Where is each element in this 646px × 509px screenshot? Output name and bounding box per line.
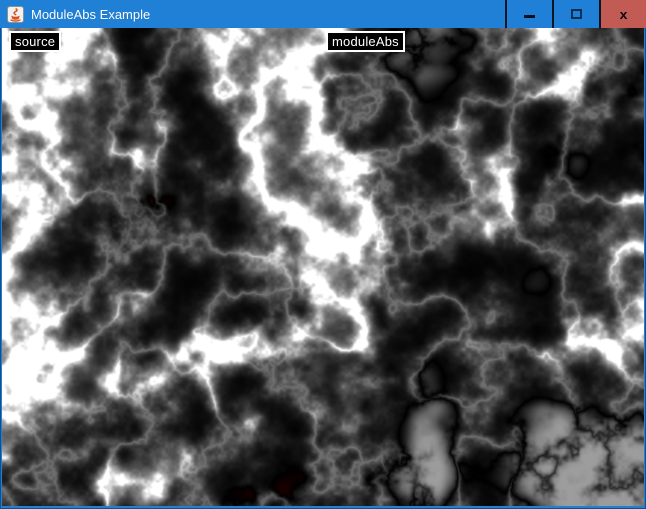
close-button[interactable]: x <box>599 0 646 28</box>
window-controls: x <box>505 0 646 28</box>
source-panel-label: source <box>9 31 61 52</box>
moduleabs-panel-label: moduleAbs <box>326 31 405 52</box>
app-window: ModuleAbs Example x source moduleAbs <box>0 0 646 509</box>
minimize-button[interactable] <box>505 0 552 28</box>
java-app-icon[interactable] <box>7 6 24 23</box>
maximize-button[interactable] <box>552 0 599 28</box>
java-cup-icon <box>7 6 24 23</box>
title-bar[interactable]: ModuleAbs Example x <box>0 0 646 28</box>
minimize-icon <box>524 15 535 18</box>
source-panel-label-text: source <box>15 34 55 49</box>
render-area: source moduleAbs <box>2 28 644 506</box>
maximize-icon <box>571 9 582 19</box>
noise-texture-canvas <box>2 28 644 506</box>
window-title: ModuleAbs Example <box>31 7 150 22</box>
close-icon: x <box>620 7 628 20</box>
moduleabs-panel-label-text: moduleAbs <box>332 34 399 49</box>
